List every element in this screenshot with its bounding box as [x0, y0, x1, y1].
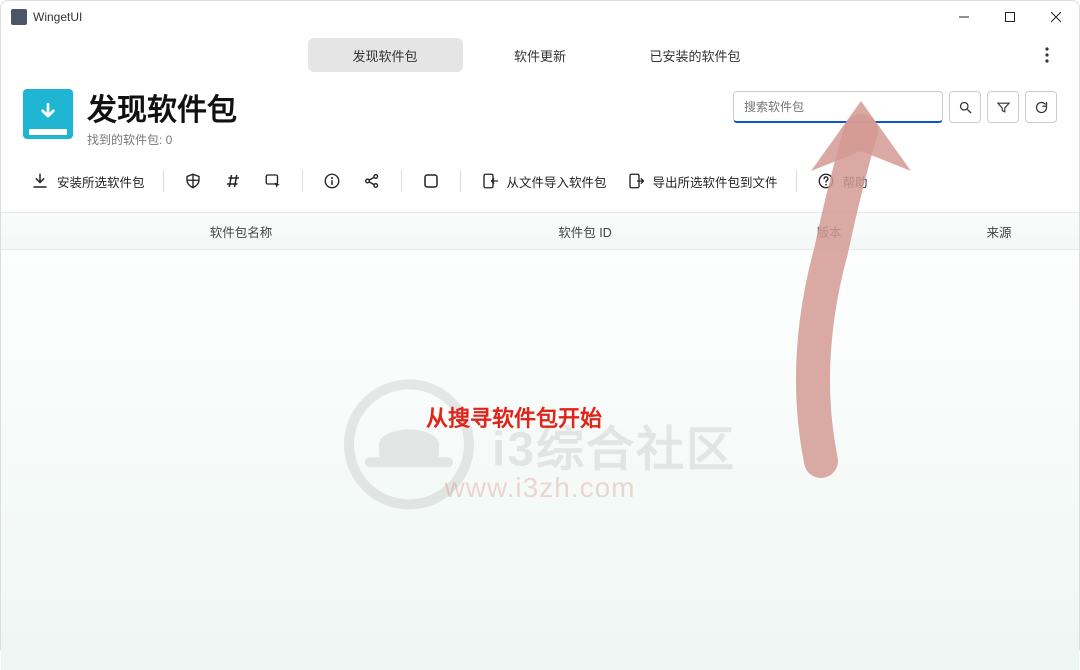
import-label: 从文件导入软件包: [507, 172, 607, 191]
export-label: 导出所选软件包到文件: [653, 172, 778, 191]
col-version[interactable]: 版本: [739, 222, 919, 241]
install-selected-button[interactable]: 安装所选软件包: [23, 166, 151, 196]
table-body: i3综合社区 www.i3zh.com: [1, 250, 1079, 670]
search-input[interactable]: [744, 100, 932, 114]
more-menu-button[interactable]: [1035, 43, 1059, 67]
discover-logo-icon: [23, 89, 73, 139]
search-button[interactable]: [949, 91, 981, 123]
export-to-file-button[interactable]: 导出所选软件包到文件: [619, 166, 784, 196]
import-icon: [479, 170, 501, 192]
watermark-url: www.i3zh.com: [445, 472, 636, 504]
share-button[interactable]: [355, 166, 389, 196]
app-title: WingetUI: [33, 10, 82, 24]
watermark: i3综合社区: [344, 379, 736, 509]
app-icon: [11, 9, 27, 25]
main-tabs: 发现软件包 软件更新 已安装的软件包: [1, 33, 1079, 77]
search-input-wrapper[interactable]: [733, 91, 943, 123]
tab-updates[interactable]: 软件更新: [463, 38, 618, 72]
info-button[interactable]: [315, 166, 349, 196]
col-source[interactable]: 来源: [919, 222, 1079, 241]
page-header: 发现软件包 找到的软件包: 0: [1, 77, 1079, 148]
help-label: 帮助: [843, 172, 868, 191]
window-cursor-icon: [262, 170, 284, 192]
help-icon: [815, 170, 837, 192]
minimize-button[interactable]: [941, 1, 987, 33]
table-header: 软件包名称 软件包 ID 版本 来源: [1, 212, 1079, 250]
info-icon: [321, 170, 343, 192]
titlebar: WingetUI: [1, 1, 1079, 33]
admin-shield-button[interactable]: [176, 166, 210, 196]
found-count: 找到的软件包: 0: [87, 131, 237, 148]
page-title: 发现软件包: [87, 85, 237, 129]
refresh-button[interactable]: [1025, 91, 1057, 123]
select-all-button[interactable]: [414, 166, 448, 196]
install-selected-label: 安装所选软件包: [57, 172, 145, 191]
download-icon: [29, 170, 51, 192]
filter-button[interactable]: [987, 91, 1019, 123]
export-icon: [625, 170, 647, 192]
toolbar: 安装所选软件包 从文件导入软件包: [1, 148, 1079, 206]
hash-icon: [222, 170, 244, 192]
hash-button[interactable]: [216, 166, 250, 196]
shield-icon: [182, 170, 204, 192]
share-icon: [361, 170, 383, 192]
import-from-file-button[interactable]: 从文件导入软件包: [473, 166, 613, 196]
help-button[interactable]: 帮助: [809, 166, 874, 196]
tab-installed[interactable]: 已安装的软件包: [618, 38, 773, 72]
col-name[interactable]: 软件包名称: [51, 222, 431, 241]
callout-text: 从搜寻软件包开始: [426, 401, 602, 433]
tab-discover[interactable]: 发现软件包: [308, 38, 463, 72]
close-button[interactable]: [1033, 1, 1079, 33]
interactive-button[interactable]: [256, 166, 290, 196]
maximize-button[interactable]: [987, 1, 1033, 33]
checkbox-empty-icon: [420, 170, 442, 192]
window-controls: [941, 1, 1079, 33]
col-id[interactable]: 软件包 ID: [431, 222, 739, 241]
